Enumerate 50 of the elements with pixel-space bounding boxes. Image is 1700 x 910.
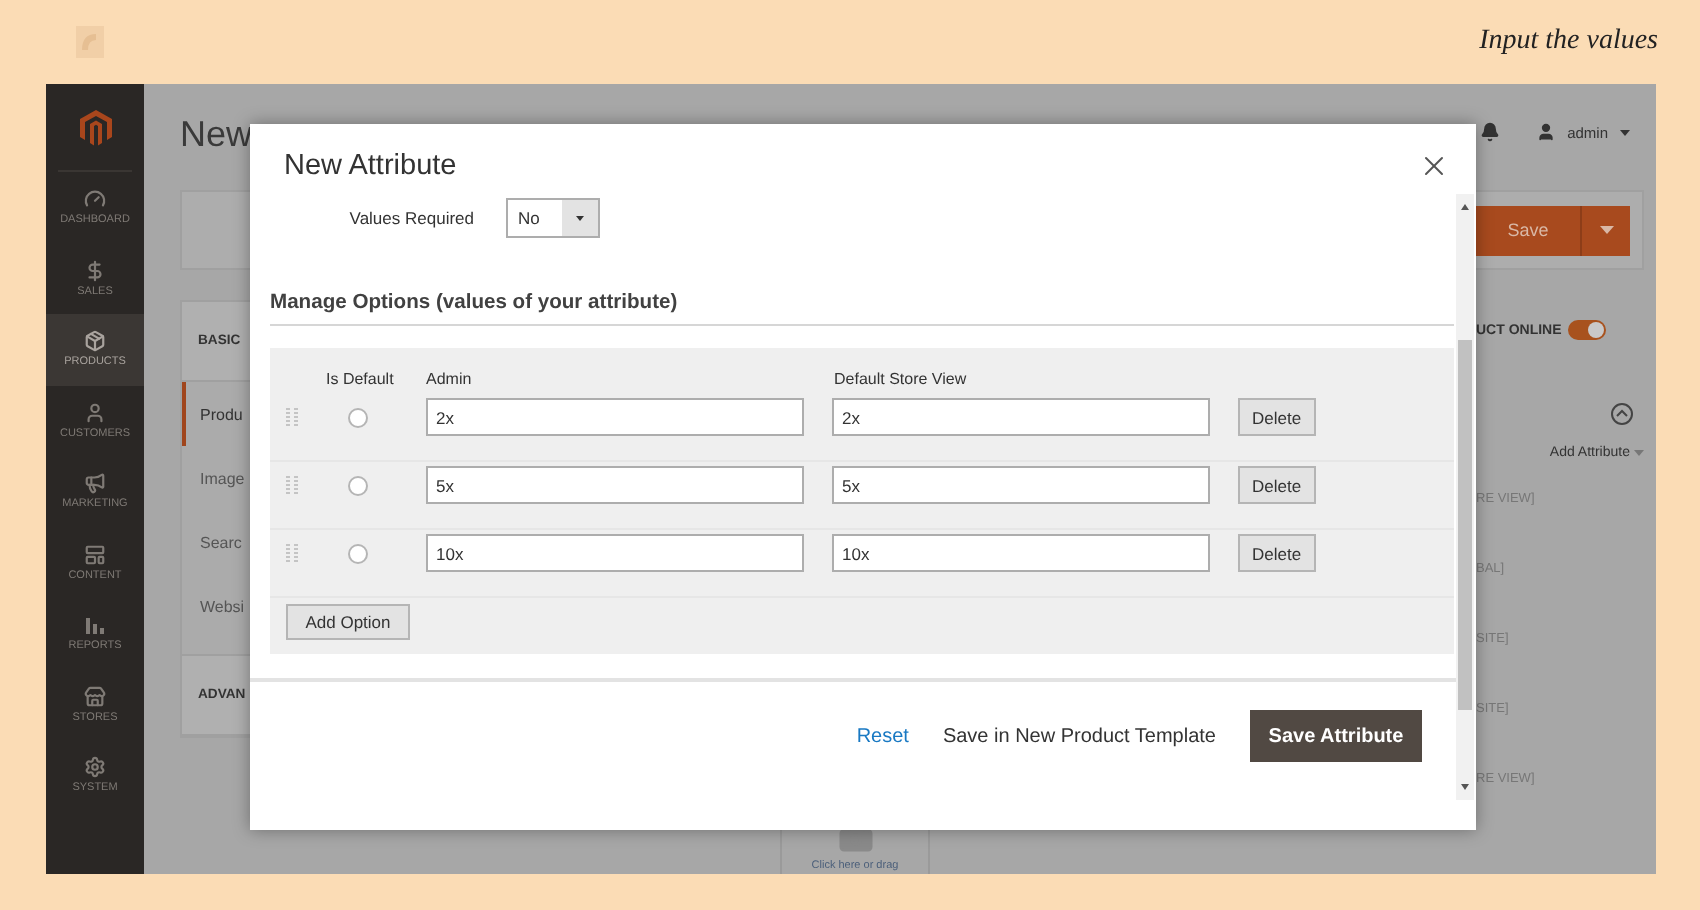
column-header: Is Default (326, 370, 396, 388)
user-icon (1535, 122, 1556, 142)
page-title: New (180, 114, 253, 156)
menu-icon (84, 543, 106, 566)
field-label: Values Required (347, 208, 474, 228)
menu-icon (84, 188, 106, 211)
menu-icon (84, 259, 106, 282)
menu-icon (84, 330, 106, 353)
admin-value-field[interactable]: 2x (426, 398, 804, 436)
default-radio[interactable] (348, 408, 368, 428)
scrollbar[interactable] (1456, 194, 1474, 800)
collapse-icon[interactable] (1610, 402, 1634, 426)
menu-icon (84, 685, 106, 708)
delete-button[interactable]: Delete (1238, 466, 1316, 504)
admin-value-field[interactable]: 10x (426, 534, 804, 572)
menu-icon (84, 756, 106, 779)
drag-handle-icon[interactable] (286, 544, 298, 564)
caret-icon (1620, 129, 1630, 135)
values-required-select[interactable]: No (506, 198, 600, 238)
store-view-value-field[interactable]: 10x (832, 534, 1210, 572)
menu-icon (84, 472, 106, 495)
delete-button[interactable]: Delete (1238, 534, 1316, 572)
default-radio[interactable] (348, 476, 368, 496)
bell-icon[interactable] (1479, 122, 1500, 142)
save-options-button[interactable] (1580, 205, 1630, 255)
caption: Input the values (1479, 26, 1658, 58)
store-view-value-field[interactable]: 5x (832, 466, 1210, 504)
bar-chart-icon (84, 614, 106, 637)
delete-button[interactable]: Delete (1238, 398, 1316, 436)
column-header: Default Store View (834, 370, 969, 388)
section-title: Manage Options (values of your attribute) (270, 292, 1454, 326)
logo-icon (76, 26, 104, 58)
add-option-button[interactable]: Add Option (286, 604, 410, 640)
online-toggle[interactable] (1567, 320, 1606, 340)
column-header: Admin (426, 370, 474, 388)
caret-icon (1599, 226, 1613, 234)
save-template-button[interactable]: Save in New Product Template (942, 725, 1216, 747)
admin-value-field[interactable]: 5x (426, 466, 804, 504)
save-attribute-button[interactable]: Save Attribute (1250, 710, 1422, 762)
drag-handle-icon[interactable] (286, 408, 298, 428)
caret-icon (1634, 450, 1644, 456)
dialog-title: New Attribute (284, 149, 457, 181)
menu-icon (84, 401, 106, 424)
logo-icon (79, 109, 111, 145)
caret-icon (562, 200, 598, 236)
reset-link[interactable]: Reset (856, 725, 909, 747)
drag-handle-icon[interactable] (286, 476, 298, 496)
store-view-value-field[interactable]: 2x (832, 398, 1210, 436)
save-button[interactable]: Save (1476, 205, 1580, 255)
default-radio[interactable] (348, 544, 368, 564)
